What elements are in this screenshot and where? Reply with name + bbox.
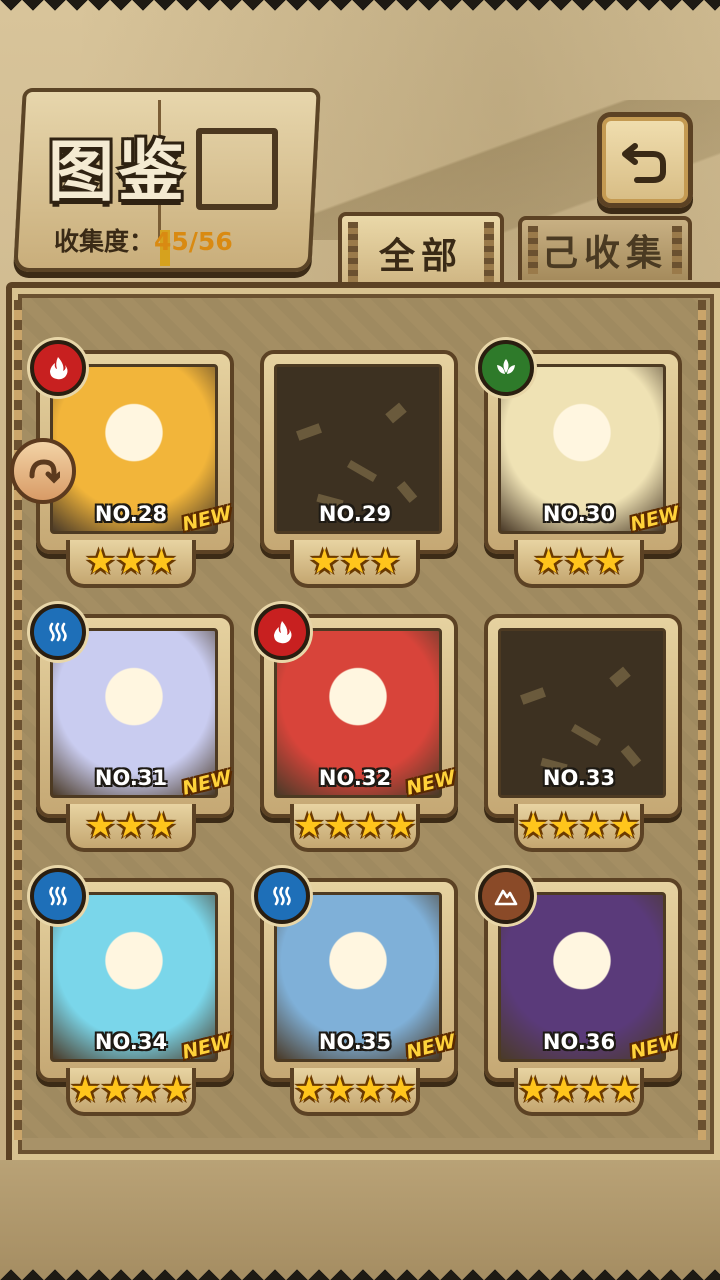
shard-decoration [396, 481, 418, 503]
panel-rope-left [14, 300, 22, 1140]
star-icon: ★ [131, 1070, 162, 1110]
back-button[interactable] [597, 112, 693, 208]
star-icon: ★ [161, 1070, 192, 1110]
collection-card[interactable]: NO.34 NEW ★ ★ ★ ★ [30, 868, 234, 1116]
star-rating: ★ ★ ★ [66, 804, 196, 852]
star-icon: ★ [609, 1070, 640, 1110]
star-icon: ★ [609, 806, 640, 846]
tab-collected-label: 己收集 [541, 233, 668, 274]
fire-element-icon [254, 604, 310, 660]
star-icon: ★ [309, 542, 340, 582]
star-icon: ★ [294, 806, 325, 846]
star-icon: ★ [115, 542, 147, 582]
collection-value: 45/56 [154, 227, 233, 256]
side-toggle-button[interactable] [10, 438, 76, 504]
star-icon: ★ [518, 1070, 549, 1110]
fire-element-icon [30, 340, 86, 396]
star-rating: ★ ★ ★ ★ [66, 1068, 196, 1116]
water-element-icon [30, 868, 86, 924]
star-rating: ★ ★ ★ [514, 540, 644, 588]
card-number: NO.29 [318, 502, 392, 526]
bottom-border [0, 1258, 720, 1280]
side-arrow-icon [29, 459, 60, 484]
star-icon: ★ [339, 542, 371, 582]
water-element-icon [254, 868, 310, 924]
panel-rope-right [698, 300, 706, 1140]
collection-label: 收集度： [54, 227, 155, 256]
shard-decoration [571, 724, 601, 746]
star-icon: ★ [146, 806, 177, 846]
card-number: NO.33 [542, 766, 616, 790]
star-icon: ★ [324, 806, 355, 846]
shard-decoration [520, 687, 546, 705]
star-icon: ★ [385, 806, 416, 846]
star-icon: ★ [385, 1070, 416, 1110]
star-icon: ★ [355, 1070, 386, 1110]
tab-all[interactable]: 全部 [338, 212, 504, 290]
star-icon: ★ [100, 1070, 131, 1110]
collection-card[interactable]: NO.29 ★ ★ ★ [260, 350, 458, 588]
shard-decoration [609, 666, 631, 688]
collection-card[interactable]: NO.36 NEW ★ ★ ★ ★ [478, 868, 682, 1116]
tab-pillar-left [528, 226, 538, 274]
collection-progress: 收集度：45/56 [54, 222, 233, 258]
book-glyph [196, 128, 278, 210]
tab-pillar-left [348, 222, 358, 284]
tab-pillar-right [672, 226, 682, 274]
star-icon: ★ [518, 806, 549, 846]
star-rating: ★ ★ ★ ★ [514, 1068, 644, 1116]
star-rating: ★ ★ ★ [290, 540, 420, 588]
earth-element-icon [478, 868, 534, 924]
star-icon: ★ [533, 542, 564, 582]
page-title: 图鉴 [48, 132, 188, 210]
back-arrow-icon [622, 143, 666, 183]
collection-card[interactable]: NO.35 NEW ★ ★ ★ ★ [254, 868, 458, 1116]
star-icon: ★ [548, 806, 579, 846]
star-icon: ★ [594, 542, 625, 582]
water-element-icon [30, 604, 86, 660]
shard-decoration [347, 460, 377, 482]
star-icon: ★ [355, 806, 386, 846]
star-rating: ★ ★ ★ ★ [290, 804, 420, 852]
star-icon: ★ [579, 806, 610, 846]
star-rating: ★ ★ ★ [66, 540, 196, 588]
star-icon: ★ [115, 806, 147, 846]
star-icon: ★ [370, 542, 401, 582]
tab-all-label: 全部 [378, 236, 463, 277]
star-icon: ★ [548, 1070, 579, 1110]
star-rating: ★ ★ ★ ★ [290, 1068, 420, 1116]
top-border [0, 0, 720, 22]
tab-collected[interactable]: 己收集 [518, 216, 692, 280]
collection-card[interactable]: NO.30 NEW ★ ★ ★ [478, 340, 682, 588]
star-icon: ★ [85, 806, 116, 846]
star-icon: ★ [70, 1070, 101, 1110]
tab-pillar-right [484, 222, 494, 284]
collection-card[interactable]: NO.33 ★ ★ ★ ★ [484, 614, 682, 852]
star-rating: ★ ★ ★ ★ [514, 804, 644, 852]
star-icon: ★ [85, 542, 116, 582]
star-icon: ★ [324, 1070, 355, 1110]
collection-card[interactable]: NO.31 NEW ★ ★ ★ [30, 604, 234, 852]
star-icon: ★ [294, 1070, 325, 1110]
star-icon: ★ [146, 542, 177, 582]
star-icon: ★ [579, 1070, 610, 1110]
shard-decoration [296, 423, 322, 441]
shard-decoration [385, 402, 407, 424]
nature-element-icon [478, 340, 534, 396]
star-icon: ★ [563, 542, 595, 582]
shard-decoration [620, 745, 642, 767]
collection-card[interactable]: NO.32 NEW ★ ★ ★ ★ [254, 604, 458, 852]
